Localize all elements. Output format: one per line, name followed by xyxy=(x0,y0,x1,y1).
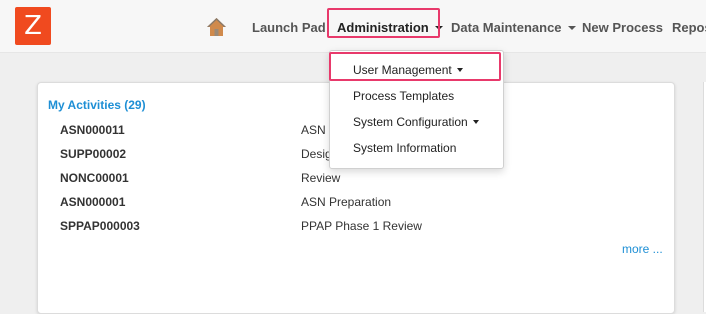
more-link[interactable]: more ... xyxy=(622,242,663,256)
activity-id[interactable]: NONC00001 xyxy=(60,171,129,185)
nav-repos-label: Repos xyxy=(672,20,706,35)
nav-launch-pad-label: Launch Pad xyxy=(252,20,326,35)
activity-description: Review xyxy=(301,171,341,185)
menu-item-system-information[interactable]: System Information xyxy=(353,141,456,155)
menu-item-label: Process Templates xyxy=(353,89,455,103)
menu-item-process-templates[interactable]: Process Templates xyxy=(353,89,454,103)
nav-new-process[interactable]: New Process xyxy=(582,20,663,35)
user-management-highlight-box xyxy=(329,52,501,81)
nav-data-maintenance-label: Data Maintenance xyxy=(451,20,562,35)
logo-letter: Z xyxy=(24,11,42,41)
activity-description: ASN Preparation xyxy=(301,195,392,209)
menu-item-label: System Information xyxy=(353,141,457,155)
activity-description: PPAP Phase 1 Review xyxy=(301,219,422,233)
activity-description: ASN xyxy=(301,123,326,137)
administration-highlight-box xyxy=(327,8,440,38)
home-icon[interactable] xyxy=(206,17,227,37)
activity-id[interactable]: ASN000011 xyxy=(60,123,125,137)
chevron-down-icon xyxy=(472,120,479,124)
nav-new-process-label: New Process xyxy=(582,20,663,35)
panel-title[interactable]: My Activities (29) xyxy=(48,98,146,112)
activity-description: Desig xyxy=(301,147,332,161)
nav-repos[interactable]: Repos xyxy=(672,20,706,35)
activity-id[interactable]: SPPAP000003 xyxy=(60,219,140,233)
chevron-down-icon xyxy=(567,26,576,30)
menu-item-system-configuration[interactable]: System Configuration xyxy=(353,115,479,129)
nav-data-maintenance[interactable]: Data Maintenance xyxy=(451,20,576,35)
app-logo[interactable]: Z xyxy=(15,7,51,45)
activity-id[interactable]: ASN000001 xyxy=(60,195,125,209)
nav-launch-pad[interactable]: Launch Pad xyxy=(252,20,326,35)
menu-item-label: System Configuration xyxy=(353,115,468,129)
activity-id[interactable]: SUPP00002 xyxy=(60,147,126,161)
